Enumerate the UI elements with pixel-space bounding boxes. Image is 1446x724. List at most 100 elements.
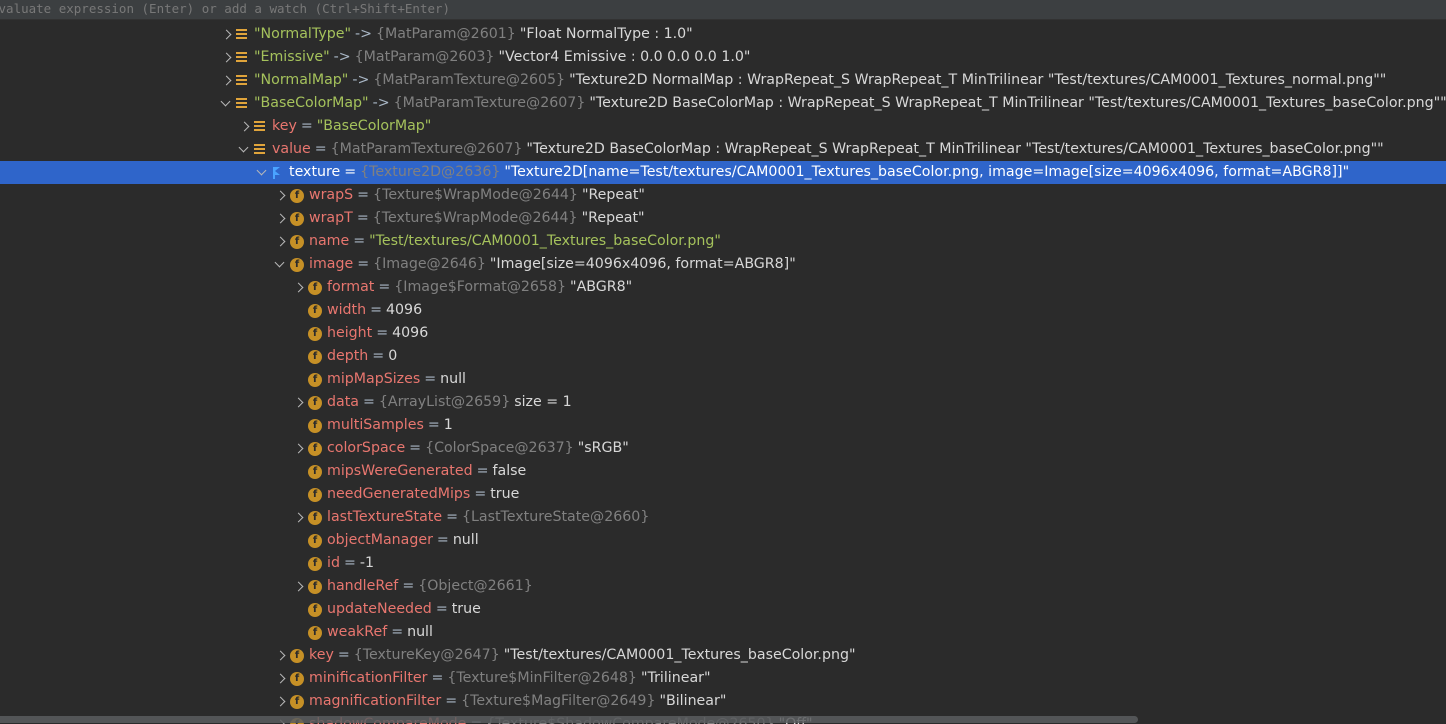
- chevron-right-icon[interactable]: [274, 644, 290, 667]
- chevron-right-icon[interactable]: [292, 276, 308, 299]
- operator: =: [372, 348, 385, 364]
- variable-name: mipsWereGenerated: [327, 463, 473, 479]
- tree-row-18[interactable]: f colorSpace = {ColorSpace@2637} "sRGB": [0, 437, 1446, 460]
- tree-row-25[interactable]: f updateNeeded = true: [0, 598, 1446, 621]
- variable-value: null: [407, 624, 433, 640]
- tree-row-16[interactable]: f data = {ArrayList@2659} size = 1: [0, 391, 1446, 414]
- variable-name: wrapS: [309, 187, 354, 203]
- tree-row-2[interactable]: "NormalMap" -> {MatParamTexture@2605} "T…: [0, 69, 1446, 92]
- chevron-right-icon[interactable]: [220, 23, 236, 46]
- chevron-right-icon[interactable]: [292, 391, 308, 414]
- field-icon: f: [308, 372, 322, 387]
- variable-name: texture: [289, 164, 341, 180]
- operator: =: [435, 601, 448, 617]
- tree-row-8[interactable]: f wrapT = {Texture$WrapMode@2644} "Repea…: [0, 207, 1446, 230]
- tree-row-11[interactable]: f format = {Image$Format@2658} "ABGR8": [0, 276, 1446, 299]
- chevron-right-icon[interactable]: [292, 506, 308, 529]
- tree-row-22[interactable]: f objectManager = null: [0, 529, 1446, 552]
- tree-row-1[interactable]: "Emissive" -> {MatParam@2603} "Vector4 E…: [0, 46, 1446, 69]
- chevron-right-icon[interactable]: [238, 115, 254, 138]
- tree-row-20[interactable]: f needGeneratedMips = true: [0, 483, 1446, 506]
- variable-name: data: [327, 394, 359, 410]
- variable-value: "Vector4 Emissive : 0.0 0.0 0.0 1.0": [498, 49, 751, 65]
- field-icon: f: [308, 326, 322, 341]
- operator: =: [362, 394, 375, 410]
- operator: =: [344, 164, 357, 180]
- field-icon: f: [308, 303, 322, 318]
- tree-row-27[interactable]: f key = {TextureKey@2647} "Test/textures…: [0, 644, 1446, 667]
- operator: =: [427, 417, 440, 433]
- tree-row-9[interactable]: f name = "Test/textures/CAM0001_Textures…: [0, 230, 1446, 253]
- variable-value: "Test/textures/CAM0001_Textures_baseColo…: [369, 233, 721, 249]
- field-icon: f: [308, 625, 322, 640]
- variable-name: updateNeeded: [327, 601, 432, 617]
- operator: =: [402, 578, 415, 594]
- chevron-right-icon[interactable]: [292, 575, 308, 598]
- evaluate-expression-input[interactable]: Evaluate expression (Enter) or add a wat…: [0, 0, 1446, 20]
- variable-name: "BaseColorMap": [254, 95, 369, 111]
- chevron-right-icon[interactable]: [220, 46, 236, 69]
- map-entry-icon: [236, 28, 248, 42]
- variable-name: value: [272, 141, 311, 157]
- operator: =: [370, 302, 382, 318]
- operator: =: [424, 371, 437, 387]
- operator: =: [445, 693, 458, 709]
- tree-row-21[interactable]: f lastTextureState = {LastTextureState@2…: [0, 506, 1446, 529]
- tree-row-3[interactable]: "BaseColorMap" -> {MatParamTexture@2607}…: [0, 92, 1446, 115]
- chevron-right-icon[interactable]: [220, 69, 236, 92]
- variable-value: "Texture2D NormalMap : WrapRepeat_S Wrap…: [569, 72, 1387, 88]
- tree-row-24[interactable]: f handleRef = {Object@2661}: [0, 575, 1446, 598]
- operator: =: [376, 325, 389, 341]
- chevron-down-icon[interactable]: [274, 253, 290, 276]
- tree-row-4[interactable]: key = "BaseColorMap": [0, 115, 1446, 138]
- variable-name: colorSpace: [327, 440, 406, 456]
- variable-type: {MatParam@2603}: [354, 49, 495, 65]
- field-icon: f: [290, 257, 304, 272]
- chevron-right-icon[interactable]: [292, 437, 308, 460]
- tree-row-10[interactable]: f image = {Image@2646} "Image[size=4096x…: [0, 253, 1446, 276]
- chevron-right-icon[interactable]: [274, 230, 290, 253]
- variable-value: null: [452, 532, 479, 548]
- field-icon: f: [308, 602, 322, 617]
- operator: =: [474, 486, 487, 502]
- variable-type: {ArrayList@2659}: [378, 394, 511, 410]
- operator: =: [357, 256, 370, 272]
- variable-name: lastTextureState: [327, 509, 443, 525]
- tree-row-0[interactable]: "NormalType" -> {MatParam@2601} "Float N…: [0, 23, 1446, 46]
- chevron-down-icon[interactable]: [220, 92, 236, 115]
- tree-row-19[interactable]: f mipsWereGenerated = false: [0, 460, 1446, 483]
- chevron-right-icon[interactable]: [274, 690, 290, 713]
- chevron-right-icon[interactable]: [274, 667, 290, 690]
- tree-row-17[interactable]: f multiSamples = 1: [0, 414, 1446, 437]
- field-icon: f: [308, 556, 322, 571]
- tree-row-7[interactable]: f wrapS = {Texture$WrapMode@2644} "Repea…: [0, 184, 1446, 207]
- tree-row-6[interactable]: texture = {Texture2D@2636} "Texture2D[na…: [0, 161, 1446, 184]
- variable-type: {MatParamTexture@2605}: [373, 72, 566, 88]
- chevron-down-icon[interactable]: [238, 138, 254, 161]
- chevron-right-icon[interactable]: [274, 207, 290, 230]
- tree-row-28[interactable]: f minificationFilter = {Texture$MinFilte…: [0, 667, 1446, 690]
- tree-row-23[interactable]: f id = -1: [0, 552, 1446, 575]
- tree-row-29[interactable]: f magnificationFilter = {Texture$MagFilt…: [0, 690, 1446, 713]
- variable-name: handleRef: [327, 578, 399, 594]
- chevron-down-icon[interactable]: [256, 161, 272, 184]
- tree-row-12[interactable]: f width = 4096: [0, 299, 1446, 322]
- variable-name: weakRef: [327, 624, 388, 640]
- variable-value: "Texture2D BaseColorMap : WrapRepeat_S W…: [526, 141, 1384, 157]
- variable-name: magnificationFilter: [309, 693, 442, 709]
- tree-row-14[interactable]: f depth = 0: [0, 345, 1446, 368]
- tree-row-5[interactable]: value = {MatParamTexture@2607} "Texture2…: [0, 138, 1446, 161]
- tree-row-15[interactable]: f mipMapSizes = null: [0, 368, 1446, 391]
- tree-row-26[interactable]: f weakRef = null: [0, 621, 1446, 644]
- variable-name: "Emissive": [254, 49, 330, 65]
- horizontal-scrollbar[interactable]: [0, 716, 1138, 723]
- tree-row-13[interactable]: f height = 4096: [0, 322, 1446, 345]
- variable-value: "Float NormalType : 1.0": [519, 26, 693, 42]
- chevron-right-icon[interactable]: [274, 184, 290, 207]
- variable-name: multiSamples: [327, 417, 424, 433]
